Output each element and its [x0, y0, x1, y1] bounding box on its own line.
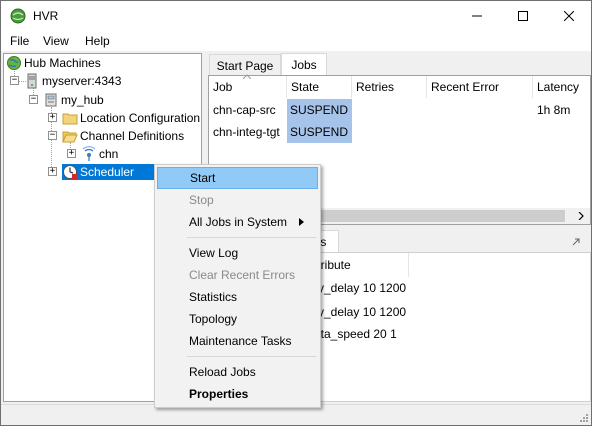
dock-icon[interactable]: [572, 237, 581, 246]
attribute-row: ry_delay 10 1200: [314, 305, 407, 319]
minimize-icon: [472, 15, 482, 17]
menu-bar: File View Help: [1, 31, 591, 51]
window-title: HVR: [33, 9, 59, 23]
attribute-row: ry_delay 10 1200: [314, 281, 407, 295]
menu-separator: [187, 356, 316, 357]
close-icon: [564, 11, 574, 21]
open-folder-icon: [62, 131, 78, 143]
menu-item-view-log[interactable]: View Log: [157, 242, 318, 264]
tree-label: myserver:4343: [42, 74, 122, 88]
menu-item-label: View Log: [189, 246, 239, 260]
column-label: State: [291, 80, 320, 94]
menu-help[interactable]: Help: [85, 34, 110, 48]
column-label: Job: [213, 80, 233, 94]
tree-label: my_hub: [61, 93, 104, 107]
column-header-retries[interactable]: Retries: [352, 76, 427, 98]
column-label: Retries: [356, 80, 395, 94]
menu-item-maintenance-tasks[interactable]: Maintenance Tasks: [157, 330, 318, 352]
tree-item-channel-chn[interactable]: + chn: [65, 145, 118, 163]
maximize-icon: [518, 11, 528, 21]
menu-item-label: Start: [190, 171, 216, 185]
resize-grip-icon[interactable]: [578, 412, 588, 422]
job-state: SUSPEND: [287, 121, 352, 143]
tree-item-hub[interactable]: − my_hub: [27, 91, 104, 109]
menu-item-properties[interactable]: Properties: [157, 383, 318, 405]
collapse-icon[interactable]: −: [29, 95, 38, 104]
menu-item-label: All Jobs in System: [189, 215, 288, 229]
folder-icon: [62, 113, 78, 125]
tree-label: chn: [99, 147, 119, 161]
tree-label: Channel Definitions: [80, 129, 185, 143]
tree-item-server[interactable]: − myserver:4343: [8, 72, 121, 90]
tree-item-location-config[interactable]: + Location Configuration: [46, 109, 200, 127]
column-header-recent-error[interactable]: Recent Error: [427, 76, 533, 98]
menu-view[interactable]: View: [43, 34, 69, 48]
scheduler-icon: [63, 165, 78, 180]
scheduler-context-menu: Start Stop All Jobs in System View Log C…: [154, 164, 321, 408]
column-header-state[interactable]: State: [287, 76, 352, 98]
expand-icon[interactable]: +: [67, 149, 76, 158]
menu-item-statistics[interactable]: Statistics: [157, 286, 318, 308]
app-window: HVR File View Help Hub Machines − myserv…: [0, 0, 592, 426]
maximize-button[interactable]: [500, 1, 546, 31]
globe-icon: [7, 56, 21, 70]
menu-item-clear-recent-errors: Clear Recent Errors: [157, 264, 318, 286]
menu-item-label: Statistics: [189, 290, 238, 304]
menu-item-label: Clear Recent Errors: [189, 268, 296, 282]
menu-item-label: Topology: [189, 312, 238, 326]
column-label: Latency: [537, 80, 580, 94]
submenu-arrow-icon: [299, 218, 304, 226]
tab-start-page[interactable]: Start Page: [209, 54, 281, 76]
collapse-icon[interactable]: −: [10, 76, 19, 85]
menu-item-topology[interactable]: Topology: [157, 308, 318, 330]
menu-item-all-jobs[interactable]: All Jobs in System: [157, 211, 318, 233]
minimize-button[interactable]: [454, 1, 500, 31]
attribute-row: ota_speed 20 1: [314, 327, 397, 341]
close-button[interactable]: [546, 1, 592, 31]
menu-item-label: Stop: [189, 193, 214, 207]
title-bar: HVR: [1, 1, 591, 31]
tree-label: Scheduler: [80, 165, 135, 179]
tree-label: Hub Machines: [24, 56, 101, 70]
job-name: chn-integ-tgt: [213, 125, 280, 139]
menu-item-label: Properties: [189, 387, 249, 401]
expand-icon[interactable]: +: [48, 113, 57, 122]
collapse-icon[interactable]: −: [48, 131, 57, 140]
menu-item-start[interactable]: Start: [157, 167, 318, 189]
server-icon: [27, 73, 37, 89]
menu-file[interactable]: File: [10, 34, 29, 48]
column-header-latency[interactable]: Latency: [533, 76, 591, 98]
tree-root-hub-machines[interactable]: Hub Machines: [6, 54, 101, 72]
column-header-job[interactable]: Job: [209, 76, 287, 98]
column-label: Recent Error: [431, 80, 500, 94]
hvr-app-icon: [10, 8, 26, 24]
channel-icon: [82, 146, 96, 161]
scrollbar-thumb[interactable]: [321, 210, 565, 222]
tab-jobs[interactable]: Jobs: [281, 53, 327, 76]
tab-label: Start Page: [216, 58, 274, 73]
menu-separator: [187, 237, 316, 238]
job-name: chn-cap-src: [213, 103, 276, 117]
scroll-right-icon[interactable]: [577, 212, 585, 220]
tree-label: Location Configuration: [80, 111, 201, 125]
sort-up-icon: [243, 74, 251, 79]
menu-item-stop: Stop: [157, 189, 318, 211]
database-icon: [45, 93, 57, 107]
job-state: SUSPEND: [287, 99, 352, 121]
tree-item-channel-definitions[interactable]: − Channel Definitions: [46, 127, 184, 145]
menu-item-label: Maintenance Tasks: [189, 334, 292, 348]
tab-label: Jobs: [291, 58, 317, 72]
job-latency: 1h 8m: [537, 103, 571, 117]
menu-item-reload-jobs[interactable]: Reload Jobs: [157, 361, 318, 383]
menu-item-label: Reload Jobs: [189, 365, 256, 379]
expand-icon[interactable]: +: [48, 167, 57, 176]
